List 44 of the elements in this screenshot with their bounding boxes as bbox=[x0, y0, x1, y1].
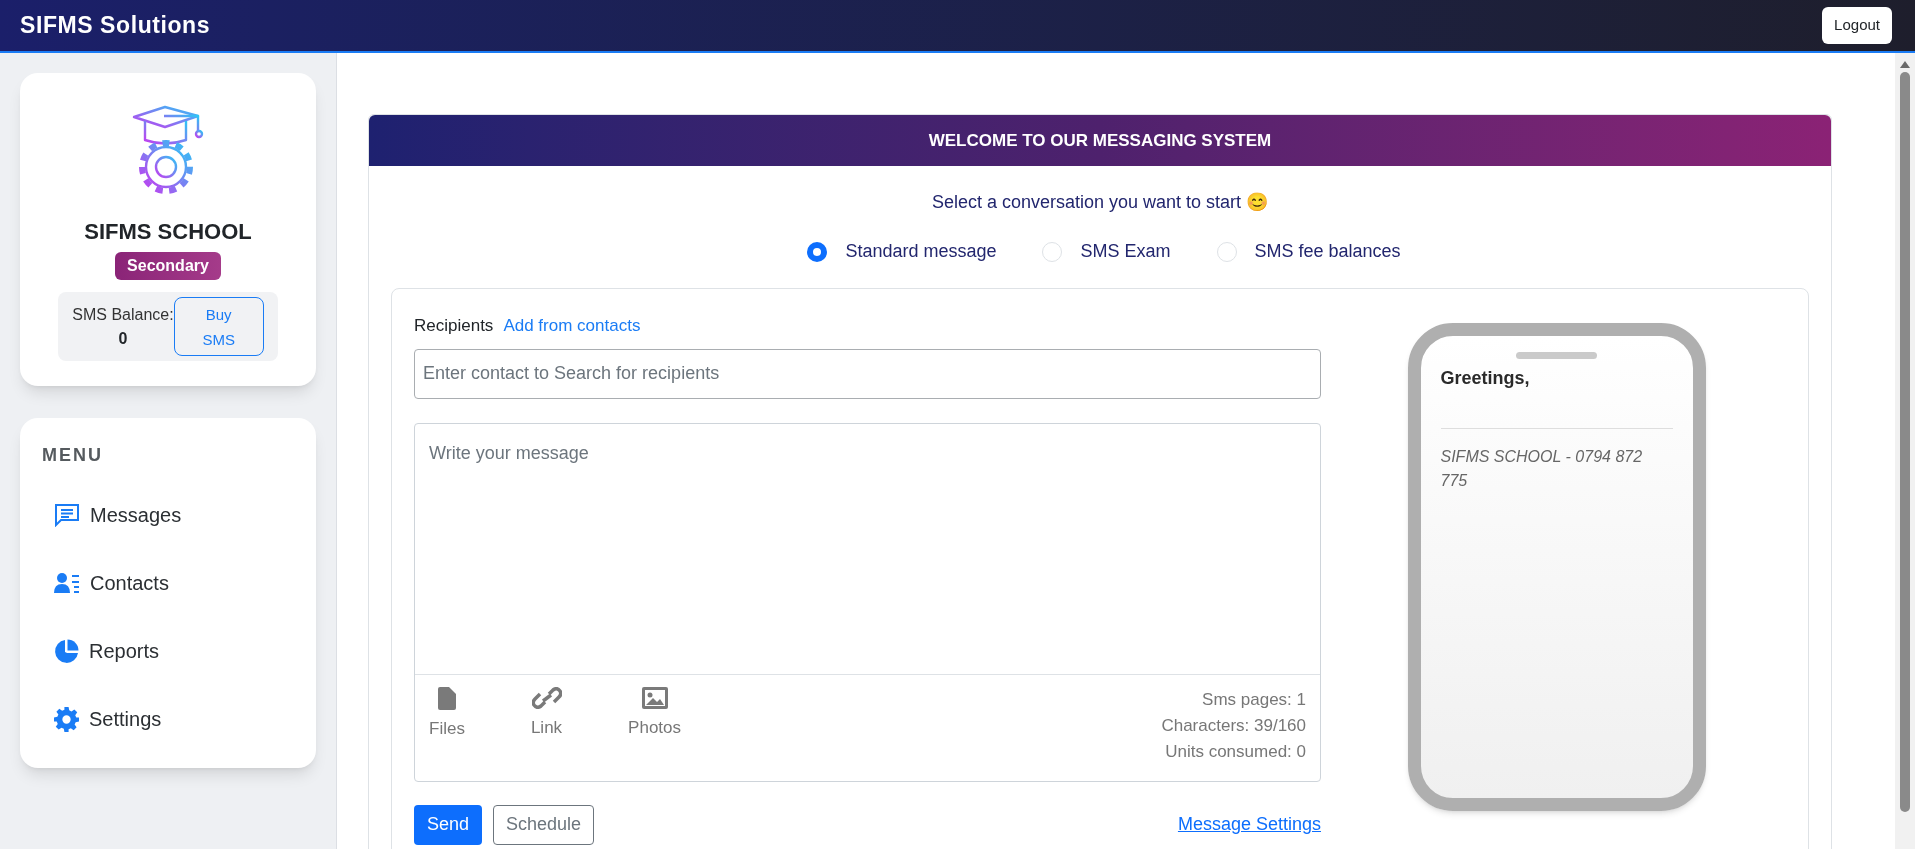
preview-signature: SIFMS SCHOOL - 0794 872 775 bbox=[1440, 447, 1644, 491]
conversation-prompt: Select a conversation you want to start 😊 bbox=[930, 191, 1270, 214]
message-stat: Units consumed: 0 bbox=[1165, 740, 1306, 763]
message-field[interactable]: Write your message Files Link Photos Sms pages: 1 Characters: 39/160 Units consumed: 0 bbox=[414, 422, 1321, 782]
conversation-option[interactable]: SMS Exam bbox=[1042, 238, 1171, 265]
image-icon bbox=[641, 686, 668, 709]
message-stat: Characters: 39/160 bbox=[1161, 714, 1306, 737]
balance-label: SMS Balance: bbox=[72, 304, 174, 325]
recipients-label: Recipients bbox=[414, 315, 494, 337]
app-title: SIFMS Solutions bbox=[20, 11, 211, 41]
file-icon bbox=[437, 686, 456, 710]
scrollbar[interactable] bbox=[1895, 53, 1915, 849]
message-stat: Sms pages: 1 bbox=[1202, 688, 1306, 711]
chat-icon bbox=[54, 503, 80, 527]
attachment-button[interactable]: Photos bbox=[628, 686, 682, 765]
graduation-gear-logo-icon bbox=[132, 105, 204, 197]
link-icon bbox=[531, 686, 562, 709]
menu-item[interactable]: Reports bbox=[42, 625, 294, 677]
buy-sms-button[interactable]: Buy SMS bbox=[173, 297, 264, 356]
school-name: SIFMS SCHOOL bbox=[84, 218, 252, 246]
attachment-button[interactable]: Files bbox=[429, 686, 465, 765]
schedule-button[interactable]: Schedule bbox=[493, 804, 595, 845]
menu-heading: MENU bbox=[42, 444, 104, 467]
send-button[interactable]: Send bbox=[414, 804, 483, 845]
logout-button[interactable]: Logout bbox=[1822, 7, 1892, 44]
gear-icon bbox=[54, 706, 79, 732]
contacts-icon bbox=[54, 572, 80, 594]
menu-item[interactable]: Contacts bbox=[42, 557, 294, 609]
preview-greeting: Greetings, bbox=[1440, 367, 1531, 390]
panel-header: WELCOME TO OUR MESSAGING SYSTEM bbox=[369, 115, 1831, 166]
attachment-button[interactable]: Link bbox=[530, 686, 563, 765]
radio-button[interactable] bbox=[807, 241, 828, 262]
balance-value: 0 bbox=[118, 328, 128, 349]
message-settings-link[interactable]: Message Settings bbox=[1177, 811, 1321, 838]
menu-item[interactable]: Settings bbox=[42, 693, 294, 745]
conversation-option[interactable]: SMS fee balances bbox=[1216, 238, 1401, 265]
scroll-up-icon[interactable] bbox=[1900, 61, 1910, 68]
school-level-badge: Secondary bbox=[115, 252, 221, 280]
conversation-option[interactable]: Standard message bbox=[807, 238, 997, 265]
add-from-contacts-link[interactable]: Add from contacts bbox=[503, 313, 641, 339]
recipient-search-field[interactable]: Enter contact to Search for recipients bbox=[414, 348, 1321, 399]
menu-item[interactable]: Messages bbox=[42, 489, 294, 541]
scroll-thumb[interactable] bbox=[1900, 72, 1910, 812]
pie-chart-icon bbox=[54, 638, 79, 664]
